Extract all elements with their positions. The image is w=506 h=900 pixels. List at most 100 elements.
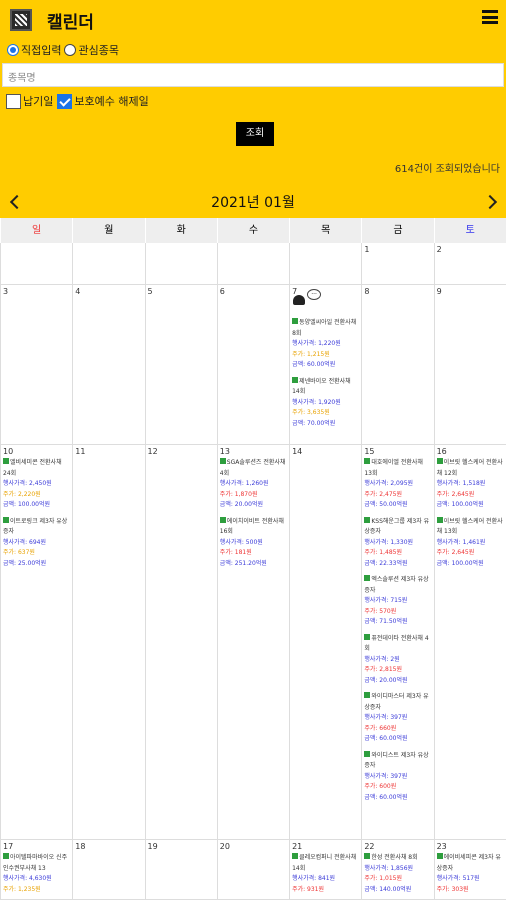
event-amount: 금액: 251.20억원 (219, 559, 267, 567)
calendar-day-cell[interactable]: 20 (216, 840, 289, 899)
event-amount: 금액: 20.00억원 (219, 501, 263, 508)
calendar-day-cell[interactable]: 10 엘비세미콘 전환사채 24회 행사가격: 2,450원 주가: 2,220원 금액… (0, 445, 72, 839)
event-marker-icon (364, 575, 371, 581)
calendar-day-cell[interactable]: 12 (144, 445, 217, 839)
calendar-day-cell[interactable]: 22 한성 전환사채 8회 행사가격: 1,856원 주가: 1,015원 금액: 14… (361, 840, 433, 899)
calendar-day-cell[interactable] (0, 243, 72, 284)
calendar-day-cell[interactable]: 11 (72, 445, 144, 839)
month-title: 2021년 01월 (211, 195, 295, 211)
calendar-day-cell[interactable]: 6 (216, 285, 289, 444)
event-marker-icon (364, 516, 371, 523)
checkbox-lockup-label: 보호예수 해제일 (74, 95, 149, 108)
day-number: 4 (75, 287, 81, 296)
event-item[interactable]: 한성 전환사채 8회 행사가격: 1,856원 주가: 1,015원 금액: 140.… (362, 853, 433, 895)
calendar-day-cell[interactable]: 3 (0, 285, 72, 444)
search-button[interactable]: 조회 (236, 122, 274, 146)
event-stock: 주가: 3,635원 (292, 409, 330, 416)
calendar-day-cell[interactable]: 19 (144, 840, 217, 899)
event-item[interactable]: 아이텔파마바이오 신주인수권부사채 13 행사가격: 4,630원 주가: 1,23… (1, 853, 72, 895)
radio-watchlist[interactable] (64, 44, 77, 56)
event-item[interactable]: 클레오컴퍼니 전환사채 14회 행사가격: 841원 주가: 931원 (290, 853, 361, 895)
event-item[interactable]: 제넨바이오 전환사채 14회 행사가격: 1,920원 주가: 3,635원 금액: … (290, 376, 361, 430)
event-price: 행사가격: 715원 (364, 597, 408, 604)
calendar-day-cell[interactable]: 2 (433, 243, 506, 284)
calendar-day-cell[interactable]: 7 ··· 동양엘씨아일 전환사채 8회 행사가격: 1,220원 주가: 1,215원… (289, 285, 361, 444)
calendar-week: 10 엘비세미콘 전환사채 24회 행사가격: 2,450원 주가: 2,220원 금액… (0, 445, 506, 840)
day-number: 11 (75, 447, 86, 456)
calendar-day-cell[interactable]: 1 (361, 243, 433, 284)
checkbox-due-date[interactable] (6, 93, 21, 109)
weekday-2: 화 (144, 218, 217, 243)
radio-direct-input[interactable] (7, 44, 19, 56)
event-item[interactable]: SGA솔루션즈 전환사채 4회 행사가격: 1,260원 주가: 1,870원 금액:… (218, 458, 289, 511)
calendar-day-cell[interactable]: 17 아이텔파마바이오 신주인수권부사채 13 행사가격: 4,630원 주가: 1,… (0, 840, 72, 899)
day-number: 20 (219, 842, 230, 851)
calendar-day-cell[interactable]: 4 (72, 285, 144, 444)
event-marker-icon (292, 318, 299, 324)
radio-group: 직접입력 관심종목 (7, 42, 119, 58)
calendar-week: 12 (0, 243, 506, 285)
calendar-day-cell[interactable]: 21 클레오컴퍼니 전환사채 14회 행사가격: 841원 주가: 931원 (289, 840, 361, 899)
day-number: 19 (147, 842, 158, 851)
day-number: 18 (75, 842, 86, 851)
event-item[interactable]: 이트로링크 제3자 유상증자 행사가격: 694원 주가: 637원 금액: 25.0… (1, 516, 72, 570)
event-amount: 금액: 20.00억원 (364, 676, 408, 684)
event-price: 행사가격: 2,095원 (364, 480, 414, 487)
calendar-day-cell[interactable]: 18 (72, 840, 144, 899)
event-item[interactable]: 대호에이엘 전환사채 13회 행사가격: 2,095원 주가: 2,475원 금액: … (362, 458, 433, 511)
event-item[interactable]: 동양엘씨아일 전환사채 8회 행사가격: 1,220원 주가: 1,215원 금액: … (290, 318, 361, 371)
event-stock: 주가: 570원 (364, 607, 397, 615)
calendar-week: 17 아이텔파마바이오 신주인수권부사채 13 행사가격: 4,630원 주가: 1,… (0, 840, 506, 900)
event-item[interactable]: KSS해운그룹 제3자 유상증자 행사가격: 1,330원 주가: 1,485원 금액… (362, 516, 433, 570)
calendar-day-cell[interactable] (216, 243, 289, 284)
event-item[interactable]: 와이디마스터 제3자 유상증자 행사가격: 397원 주가: 660원 금액: 60.… (362, 692, 433, 745)
calendar-day-cell[interactable] (289, 243, 361, 284)
day-number (218, 243, 289, 247)
event-amount: 금액: 60.00억원 (364, 793, 408, 801)
day-number (146, 243, 217, 247)
event-item[interactable]: 이브릿 헬스케어 전환사채 13회 행사가격: 1,461원 주가: 2,645원 금… (435, 516, 506, 570)
event-marker-icon (364, 750, 371, 757)
search-input[interactable]: 종목명 (2, 63, 504, 87)
event-item[interactable]: 이브릿 헬스케어 전환사채 12회 행사가격: 1,518원 주가: 2,645원 금… (435, 458, 506, 511)
calendar-day-cell[interactable] (72, 243, 144, 284)
event-marker-icon (219, 516, 226, 523)
calendar-day-cell[interactable]: 8 (361, 285, 433, 444)
calendar-day-cell[interactable]: 16 이브릿 헬스케어 전환사채 12회 행사가격: 1,518원 주가: 2,645… (433, 445, 506, 839)
event-item[interactable]: 엘비세미콘 전환사채 24회 행사가격: 2,450원 주가: 2,220원 금액: … (1, 458, 72, 511)
event-marker-icon (3, 458, 9, 464)
calendar-day-cell[interactable]: 5 (144, 285, 217, 444)
day-number: 14 (292, 447, 303, 456)
hamburger-menu-icon[interactable] (482, 10, 498, 24)
event-marker-icon (292, 853, 299, 859)
calendar-day-cell[interactable]: 14 (289, 445, 361, 839)
event-item[interactable]: 엑스솔루션 제3자 유상증자 행사가격: 715원 주가: 570원 금액: 71.5… (362, 575, 433, 628)
event-item[interactable]: 에이비세피콘 제3자 유상증자 행사가격: 517원 주가: 303원 (435, 853, 506, 895)
event-marker-icon (219, 458, 226, 464)
calendar-day-cell[interactable]: 23 에이비세피콘 제3자 유상증자 행사가격: 517원 주가: 303원 (433, 840, 506, 899)
day-number: 21 (292, 842, 303, 851)
day-number: 23 (436, 842, 447, 851)
day-number: 13 (219, 447, 230, 456)
calendar-day-cell[interactable]: 13 SGA솔루션즈 전환사채 4회 행사가격: 1,260원 주가: 1,870원 금… (216, 445, 289, 839)
checkbox-lockup-release[interactable] (57, 93, 73, 109)
day-number: 17 (3, 842, 14, 851)
weekday-5: 금 (361, 218, 433, 243)
day-number: 6 (219, 287, 225, 296)
event-stock: 주가: 1,485원 (364, 549, 402, 556)
weekday-4: 목 (289, 218, 361, 243)
calendar-day-cell[interactable]: 15 대호에이엘 전환사채 13회 행사가격: 2,095원 주가: 2,475원 금액… (361, 445, 433, 839)
day-number: 3 (3, 287, 9, 296)
calendar-day-cell[interactable]: 9 (433, 285, 506, 444)
chat-bubble-icon: ··· (307, 289, 322, 300)
day-number: 22 (364, 842, 375, 851)
event-item[interactable]: 와이디스트 제3자 유상증자 행사가격: 397원 주가: 600원 금액: 60.0… (362, 750, 433, 804)
app-logo (10, 9, 32, 31)
calendar-day-cell[interactable] (144, 243, 217, 284)
event-item[interactable]: 에이치이비트 전환사채 16회 행사가격: 500원 주가: 181원 금액: 251… (218, 516, 289, 570)
event-marker-icon (364, 458, 371, 464)
event-price: 행사가격: 517원 (436, 875, 480, 882)
event-item[interactable]: 퓨전데이타 전환사채 4회 행사가격: 2원 주가: 2,815원 금액: 20.00… (362, 633, 433, 687)
event-amount: 금액: 60.00억원 (292, 361, 336, 368)
event-stock: 주가: 637원 (3, 549, 35, 556)
